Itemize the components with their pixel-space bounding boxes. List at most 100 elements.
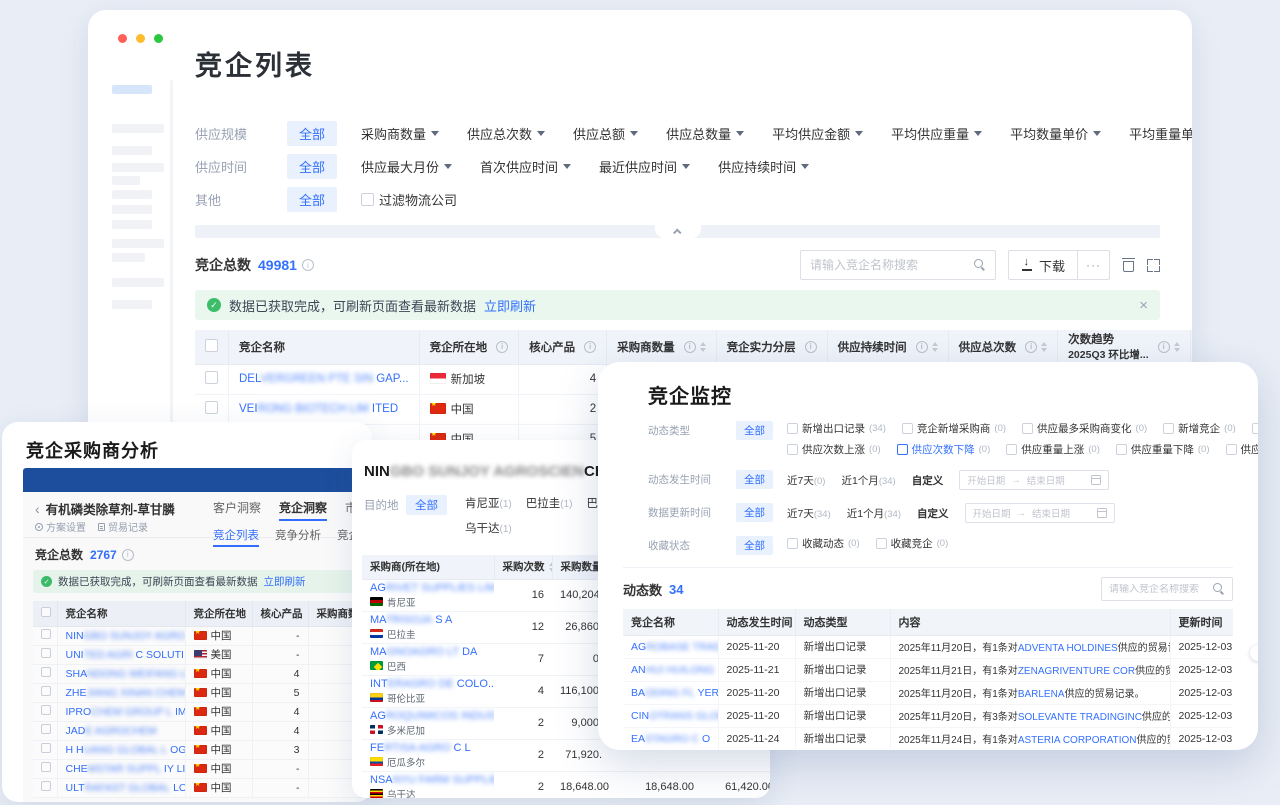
info-icon[interactable]: i [805,341,817,353]
filter-dropdown[interactable]: 供应总额 [573,124,638,143]
filter-all-chip[interactable]: 全部 [287,154,337,179]
sort-icon[interactable] [1174,342,1180,352]
time-range-option[interactable]: 近1个月(34) [841,473,895,488]
monitor-filter-checkbox[interactable]: 供应重量下降(0) [1116,442,1210,457]
filter-dropdown[interactable]: 供应总次数 [467,124,545,143]
checkbox-icon[interactable] [41,667,51,677]
monitor-filter-checkbox[interactable]: 新增竞企(0) [1163,421,1236,436]
fullscreen-icon[interactable] [1147,259,1160,272]
company-link[interactable]: INES [1094,643,1117,654]
monitor-filter-checkbox[interactable]: 供应数量上涨(0) [1226,442,1259,457]
filter-dropdown[interactable]: 供应总数量 [666,124,744,143]
sort-icon[interactable] [700,342,706,352]
download-more-button[interactable]: ··· [1077,251,1109,279]
collapse-filters-button[interactable] [655,225,701,238]
sidebar-item-skeleton[interactable] [112,190,152,199]
filter-all-chip[interactable]: 全部 [736,536,773,555]
checkbox-icon[interactable] [205,339,218,352]
company-name[interactable]: SHANDONG WEIFANG LI MITED [66,668,186,680]
search-icon[interactable] [974,259,986,271]
sidebar-item-skeleton[interactable] [112,253,145,262]
subtab-1[interactable]: 竞企列表 [213,527,259,547]
refresh-now-link[interactable]: 立即刷新 [484,296,536,315]
subtab-2[interactable]: 竞争分析 [275,527,321,547]
date-range-input[interactable]: 开始日期→结束日期 [959,470,1109,490]
company-name[interactable]: ANHUI HUILONG BIO... [631,664,718,676]
info-icon[interactable]: i [302,259,314,271]
checkbox-icon[interactable] [41,607,51,617]
company-name[interactable]: AGRIVET SUPPLIES LIM ITED [370,582,486,594]
monitor-filter-checkbox[interactable]: 新增出口记录(34) [787,421,886,436]
checkbox-icon[interactable] [205,401,218,414]
company-name[interactable]: NINGBO SUNJOY AGRO SCIENCE C... [66,630,186,642]
company-name[interactable]: AGROQUIMICOS INDUSTRI AL SRL [370,710,486,722]
company-name[interactable]: VEIRONG BIOTECH LIM ITED [239,403,398,415]
company-name[interactable]: ZHEJIANG XINAN CHEM ICAL [66,687,186,699]
sort-icon[interactable] [932,342,938,352]
filter-dropdown[interactable]: 供应持续时间 [718,157,809,176]
company-name[interactable]: CINOTRANS GLOBAL L OGIS... [631,710,718,722]
company-name[interactable]: AGROBASE TRADING INT... [631,641,718,653]
company-name[interactable]: ULTRAFAST GLOBAL LOGISTICS ... [66,782,186,794]
company-name[interactable]: EASTAGRO C O [631,733,710,745]
sidebar-item-skeleton[interactable] [112,239,164,248]
company-link[interactable]: TURE COR [1083,666,1135,677]
monitor-filter-checkbox[interactable]: 供应最多采购商变化(0) [1022,421,1147,436]
sidebar-item-skeleton[interactable] [112,124,164,133]
destination-option[interactable]: 乌干达(1) [465,520,512,536]
company-link[interactable]: A [1058,689,1065,700]
checkbox-icon[interactable] [41,724,51,734]
checkbox-icon[interactable] [41,781,51,791]
core-products-cell[interactable]: 2 [519,394,607,424]
company-name[interactable]: JADE AGROCHEM [66,725,157,737]
plan-settings-button[interactable]: 方案设置 [35,519,86,534]
time-range-option[interactable]: 近7天(34) [787,506,831,521]
time-range-option[interactable]: 近1个月(34) [847,506,901,521]
filter-checkbox[interactable]: 过滤物流公司 [361,190,457,209]
filter-all-chip[interactable]: 全部 [287,121,337,146]
monitor-filter-checkbox[interactable]: 供应次数下降(0) [897,442,991,457]
sidebar-item-skeleton[interactable] [112,85,152,94]
monitor-filter-checkbox[interactable]: 收藏动态(0) [787,536,860,551]
destination-all-chip[interactable]: 全部 [406,495,447,515]
search-input[interactable] [810,258,974,272]
filter-dropdown[interactable]: 采购商数量 [361,124,439,143]
refresh-now-link[interactable]: 立即刷新 [264,574,306,589]
info-icon[interactable]: i [916,341,928,353]
sort-icon[interactable] [549,562,553,572]
checkbox-icon[interactable] [41,705,51,715]
filter-all-chip[interactable]: 全部 [287,187,337,212]
filter-all-chip[interactable]: 全部 [736,503,773,522]
sidebar-item-skeleton[interactable] [112,220,152,229]
company-name[interactable]: DELVERGREEN PTE SIN GAP... [239,373,409,385]
company-name[interactable]: UNITED AGRI C SOLUTI... [66,649,186,661]
sort-icon[interactable] [1041,342,1047,352]
company-name[interactable]: MAGNOAGRO LT DA [370,646,486,658]
monitor-filter-checkbox[interactable]: 竞企新增采购商(0) [902,421,1006,436]
close-banner-icon[interactable]: × [1139,298,1148,313]
info-icon[interactable]: i [584,341,596,353]
company-link[interactable]: ATION [1107,735,1137,746]
tab-1[interactable]: 客户洞察 [213,499,261,521]
sidebar-item-skeleton[interactable] [112,300,152,309]
delete-icon[interactable] [1122,258,1135,272]
company-name[interactable]: FERTISA AGRO C L [370,742,486,754]
sidebar-item-skeleton[interactable] [112,163,164,172]
time-range-option[interactable]: 近7天(0) [787,473,825,488]
info-icon[interactable]: i [684,341,696,353]
filter-all-chip[interactable]: 全部 [736,421,773,440]
company-name[interactable]: CHEMSTAR SUPPL IY LIMITED [66,763,186,775]
download-button[interactable]: 下载 [1009,251,1077,279]
checkbox-icon[interactable] [41,648,51,658]
info-icon[interactable]: i [496,341,508,353]
checkbox-icon[interactable] [205,371,218,384]
filter-dropdown[interactable]: 平均供应重量 [891,124,982,143]
checkbox-icon[interactable] [41,743,51,753]
destination-option[interactable]: 肯尼亚(1) [465,495,512,511]
company-link[interactable]: INC [1125,712,1142,723]
filter-dropdown[interactable]: 平均数量单价 [1010,124,1101,143]
date-range-input[interactable]: 开始日期→结束日期 [965,503,1115,523]
checkbox-icon[interactable] [41,686,51,696]
destination-option[interactable]: 巴拉圭(1) [526,495,573,511]
sidebar-item-skeleton[interactable] [112,205,152,214]
